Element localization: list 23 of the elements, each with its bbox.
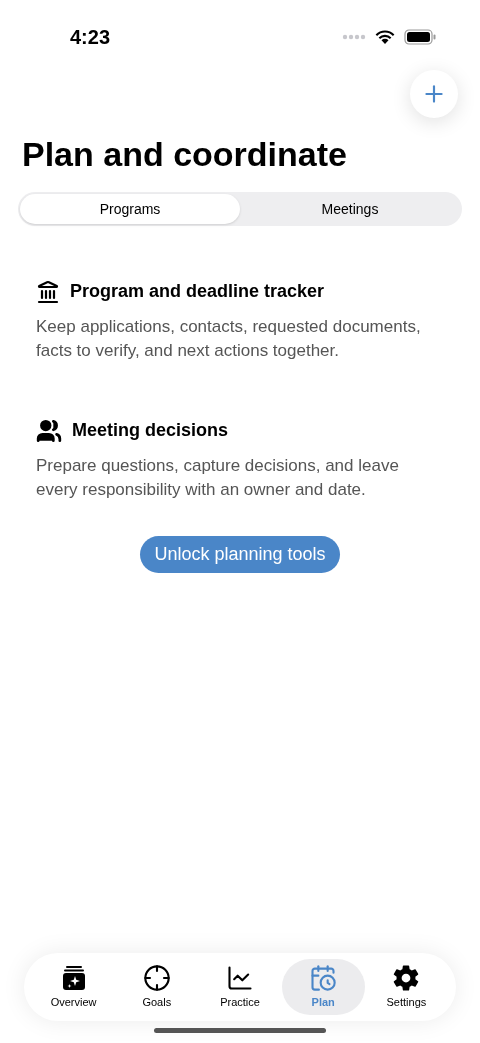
tab-bar-item[interactable]: Practice <box>198 959 282 1015</box>
add-button[interactable] <box>410 70 458 118</box>
bank-building-icon <box>36 279 60 304</box>
status-time: 4:23 <box>70 25 111 50</box>
page-title: Plan and coordinate <box>21 134 348 175</box>
segment-tab[interactable]: Meetings <box>240 194 460 224</box>
crosshair-icon <box>142 963 171 992</box>
section-description: Prepare questions, capture decisions, and leave every responsibility with an owner and date. <box>36 455 400 501</box>
tab-bar-item[interactable]: Overview <box>32 959 116 1015</box>
settings-icon <box>392 963 421 992</box>
section-heading: Program and deadline tracker <box>70 280 325 303</box>
unlock-button[interactable]: Unlock planning tools <box>140 536 340 573</box>
tab-bar-item[interactable]: Goals <box>115 959 199 1015</box>
wifi-icon <box>374 29 396 45</box>
calendar-clock-icon <box>309 963 338 992</box>
battery-icon <box>404 29 436 45</box>
signal-icon <box>342 34 366 40</box>
people-group-icon <box>36 417 62 444</box>
line-chart-icon <box>226 963 254 992</box>
segment-tab[interactable]: Programs <box>20 194 240 224</box>
section-heading: Meeting decisions <box>72 419 229 442</box>
tab-bar-item[interactable]: Settings <box>364 959 448 1015</box>
section-description: Keep applications, contacts, requested documents, facts to verify, and next actions together. <box>36 316 422 362</box>
